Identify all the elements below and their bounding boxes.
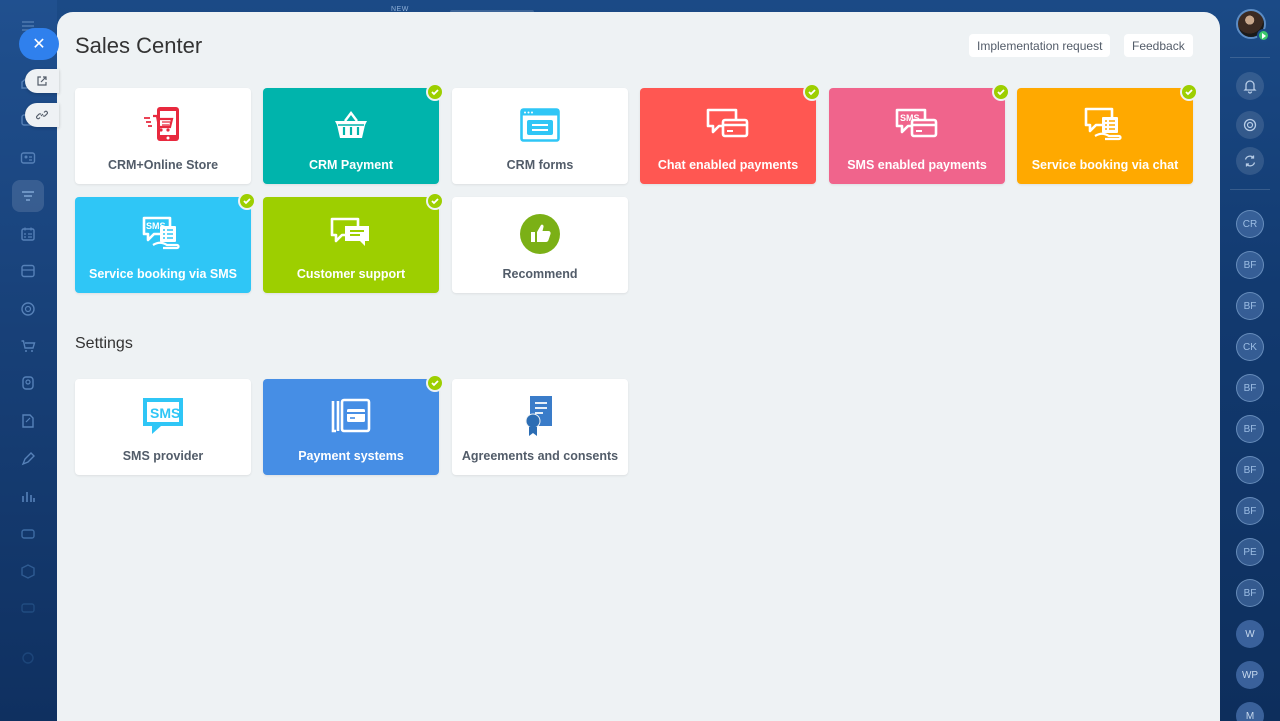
feedback-button[interactable]: Feedback — [1124, 34, 1193, 57]
tile-label: Agreements and consents — [461, 449, 619, 463]
calendar-icon[interactable] — [12, 218, 44, 250]
chat-avatar[interactable]: BF — [1236, 456, 1264, 484]
tile-label: Customer support — [296, 267, 406, 281]
tile-crm-payment[interactable]: CRM Payment — [263, 83, 444, 184]
tile-service-booking-via-sms[interactable]: SMS Service booking via SMS — [75, 192, 256, 293]
tile-label: Recommend — [502, 267, 578, 281]
enabled-check-icon — [238, 192, 256, 210]
tile-sms-enabled-payments[interactable]: SMS SMS enabled payments — [829, 83, 1010, 184]
tile-sms-provider[interactable]: SMS SMS provider — [75, 379, 251, 475]
target-icon[interactable] — [12, 293, 44, 325]
divider — [1230, 57, 1270, 58]
tile-label: Service booking via SMS — [89, 267, 237, 281]
chat-booking-icon — [1017, 104, 1193, 146]
tile-label: Payment systems — [298, 449, 404, 463]
certificate-icon — [452, 395, 628, 437]
tile-crm-online-store[interactable]: CRM+Online Store — [75, 88, 251, 184]
right-sidebar: CR BF BF CK BF BF BF BF PE BF W WP M — [1220, 0, 1280, 721]
open-in-new-window-button[interactable] — [25, 69, 59, 93]
external-link-icon — [37, 76, 47, 86]
settings-section-title: Settings — [75, 335, 133, 352]
refresh-icon — [1244, 155, 1256, 167]
chat-card-icon — [640, 104, 816, 146]
chat-avatar[interactable]: CK — [1236, 333, 1264, 361]
chat-avatar[interactable]: PE — [1236, 538, 1264, 566]
chat-avatar[interactable]: W — [1236, 620, 1264, 648]
tile-recommend[interactable]: Recommend — [452, 197, 628, 293]
divider — [1230, 189, 1270, 190]
tile-customer-support[interactable]: Customer support — [263, 192, 444, 293]
enabled-check-icon — [426, 374, 444, 392]
tile-label: SMS provider — [122, 449, 204, 463]
apps-icon[interactable] — [12, 592, 44, 624]
pen-icon[interactable] — [12, 443, 44, 475]
sales-center-panel: Sales Center Implementation request Feed… — [57, 12, 1220, 721]
sms-card-icon: SMS — [829, 104, 1005, 146]
chat-avatar[interactable]: BF — [1236, 579, 1264, 607]
settings-gear-icon[interactable] — [12, 642, 44, 674]
filter-funnel-icon[interactable] — [12, 180, 44, 212]
tile-agreements-and-consents[interactable]: Agreements and consents — [452, 379, 628, 475]
basket-icon — [263, 104, 439, 146]
svg-text:SMS: SMS — [150, 405, 180, 421]
enabled-check-icon — [426, 192, 444, 210]
tile-label: CRM+Online Store — [107, 158, 219, 172]
enabled-check-icon — [992, 83, 1010, 101]
link-icon — [36, 110, 48, 120]
sms-booking-icon: SMS — [75, 213, 251, 255]
enabled-check-icon — [803, 83, 821, 101]
chat-avatar[interactable]: BF — [1236, 497, 1264, 525]
sync-chats-button[interactable] — [1236, 147, 1264, 175]
tile-service-booking-via-chat[interactable]: Service booking via chat — [1017, 83, 1198, 184]
document-edit-icon[interactable] — [12, 405, 44, 437]
chat-avatar[interactable]: BF — [1236, 374, 1264, 402]
page-title: Sales Center — [75, 33, 203, 58]
support-chat-icon — [263, 213, 439, 255]
tile-label: CRM Payment — [308, 158, 394, 172]
status-play-icon — [1257, 29, 1270, 42]
payment-cards-icon — [263, 395, 439, 437]
bell-icon — [1243, 80, 1257, 94]
chat-avatar[interactable]: WP — [1236, 661, 1264, 689]
contact-card-icon[interactable] — [12, 142, 44, 174]
tile-chat-enabled-payments[interactable]: Chat enabled payments — [640, 83, 821, 184]
close-slider-button[interactable]: ✕ — [19, 28, 59, 60]
thumbs-up-icon — [452, 213, 628, 255]
tile-label: Service booking via chat — [1031, 158, 1179, 172]
tile-label: SMS enabled payments — [847, 158, 987, 172]
box-icon[interactable] — [12, 555, 44, 587]
cart-icon[interactable] — [12, 330, 44, 362]
chat-avatar[interactable]: BF — [1236, 292, 1264, 320]
form-window-icon — [452, 104, 628, 146]
implementation-request-button[interactable]: Implementation request — [969, 34, 1111, 57]
enabled-check-icon — [1180, 83, 1198, 101]
archive-icon[interactable] — [12, 255, 44, 287]
open-channels-icon — [1243, 118, 1257, 132]
chat-avatar[interactable]: CR — [1236, 210, 1264, 238]
open-channels-button[interactable] — [1236, 111, 1264, 139]
notifications-button[interactable] — [1236, 72, 1264, 100]
chat-avatar[interactable]: BF — [1236, 251, 1264, 279]
store-cart-icon — [75, 104, 251, 146]
tile-label: CRM forms — [506, 158, 574, 172]
enabled-check-icon — [426, 83, 444, 101]
copy-link-button[interactable] — [25, 103, 59, 127]
chat-avatar[interactable]: M — [1236, 702, 1264, 721]
sms-bubble-icon: SMS — [75, 395, 251, 437]
tile-crm-forms[interactable]: CRM forms — [452, 88, 628, 184]
tray-icon[interactable] — [12, 518, 44, 550]
tile-label: Chat enabled payments — [657, 158, 799, 172]
close-icon: ✕ — [32, 36, 46, 53]
tile-payment-systems[interactable]: Payment systems — [263, 374, 444, 475]
bar-chart-icon[interactable] — [12, 480, 44, 512]
robot-icon[interactable] — [12, 367, 44, 399]
chat-avatar[interactable]: BF — [1236, 415, 1264, 443]
